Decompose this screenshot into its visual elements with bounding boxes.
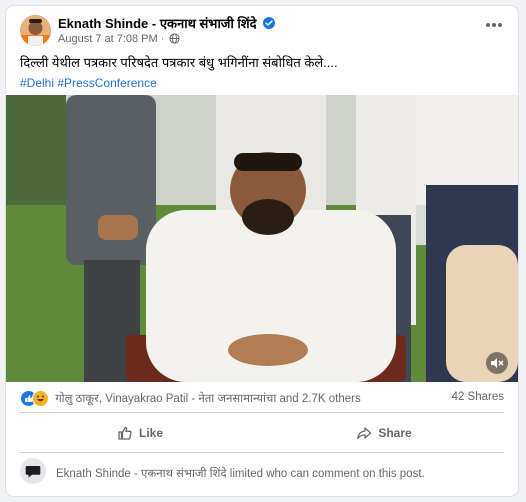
hashtag-link[interactable]: #Delhi (20, 76, 54, 90)
post-card: Eknath Shinde - एकनाथ संभाजी शिंदे Augus… (6, 6, 518, 496)
reaction-names[interactable]: गोलु ठाकूर, Vinayakrao Patil - नेता जनसा… (55, 393, 361, 405)
post-text: दिल्ली येथील पत्रकार परिषदेत पत्रकार बंध… (20, 55, 338, 70)
post-meta: August 7 at 7:08 PM · (58, 33, 181, 45)
share-button[interactable]: Share (264, 416, 504, 450)
divider (20, 412, 504, 413)
post-date[interactable]: August 7 at 7:08 PM (58, 33, 158, 45)
video-player[interactable] (6, 95, 518, 382)
shares-count[interactable]: 42 Shares (452, 391, 504, 403)
hashtag-link[interactable]: #PressConference (57, 76, 156, 90)
more-options-icon[interactable] (484, 18, 504, 32)
like-button[interactable]: Like (20, 416, 260, 450)
post-actions: Like Share (20, 416, 504, 450)
reaction-icons[interactable] (20, 390, 50, 407)
hashtags: #Delhi #PressConference (20, 76, 157, 90)
reactions-summary: गोलु ठाकूर, Vinayakrao Patil - नेता जनसा… (20, 390, 361, 408)
comment-restriction-text: Eknath Shinde - एकनाथ संभाजी शिंदे limit… (56, 468, 425, 480)
divider (20, 452, 504, 453)
thumbs-up-icon (118, 426, 132, 440)
verified-badge-icon (263, 17, 276, 29)
share-label: Share (378, 426, 412, 440)
volume-muted-icon[interactable] (486, 352, 508, 374)
haha-reaction-icon (32, 390, 49, 407)
author-name-row: Eknath Shinde - एकनाथ संभाजी शिंदे (58, 14, 276, 32)
author-avatar[interactable] (20, 15, 51, 46)
author-name[interactable]: Eknath Shinde - एकनाथ संभाजी शिंदे (58, 16, 257, 31)
like-label: Like (138, 426, 163, 440)
globe-icon (169, 33, 181, 44)
comment-bubble-icon (20, 458, 46, 484)
meta-separator: · (160, 33, 165, 45)
comment-restriction-notice: Eknath Shinde - एकनाथ संभाजी शिंदे limit… (20, 456, 504, 492)
video-frame (6, 95, 518, 382)
share-arrow-icon (357, 427, 372, 440)
